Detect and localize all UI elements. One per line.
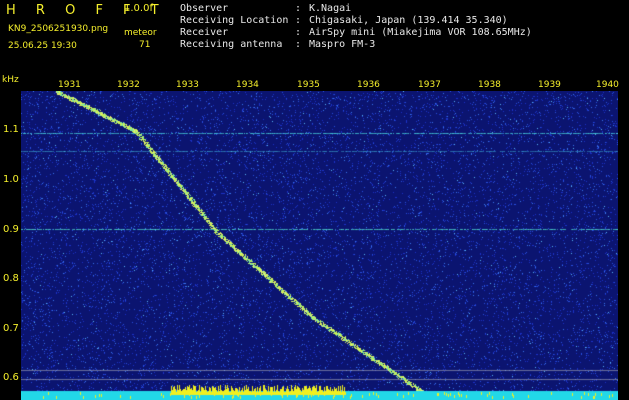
info-row-antenna: Receiving antenna: Maspro FM-3 <box>180 39 376 50</box>
y-axis-unit: kHz <box>2 75 19 85</box>
datetime-label: 25.06.25 19:30 <box>8 41 77 51</box>
x-tick-label: 1935 <box>297 80 320 90</box>
x-tick-label: 1933 <box>176 80 199 90</box>
info-value: Chigasaki, Japan (139.414 35.340) <box>309 15 508 26</box>
y-tick-label: 0.8 <box>3 273 19 284</box>
station-info: Observer: K.Nagai Receiving Location: Ch… <box>180 3 532 51</box>
y-tick-label: 0.7 <box>3 323 19 334</box>
spectrogram-canvas <box>21 91 618 400</box>
info-value: K.Nagai <box>309 3 352 14</box>
x-tick-label: 1938 <box>478 80 501 90</box>
info-key: Receiving Location <box>180 15 289 26</box>
y-tick-label: 1.0 <box>3 174 19 185</box>
x-tick-label: 1939 <box>538 80 561 90</box>
x-tick-label: 1937 <box>418 80 441 90</box>
info-key: Receiver <box>180 27 229 38</box>
info-row-location: Receiving Location: Chigasaki, Japan (13… <box>180 15 508 26</box>
x-tick-label: 1940 <box>596 80 619 90</box>
x-tick-label: 1934 <box>236 80 259 90</box>
info-key: Receiving antenna <box>180 39 283 50</box>
info-value: AirSpy mini (Miakejima VOR 108.65MHz) <box>309 27 532 38</box>
meteor-label: meteor <box>124 28 157 38</box>
info-key: Observer <box>180 3 229 14</box>
x-tick-label: 1936 <box>357 80 380 90</box>
y-tick-label: 0.9 <box>3 224 19 235</box>
filename-label: KN9_2506251930.png <box>8 24 109 34</box>
x-tick-label: 1931 <box>58 80 81 90</box>
y-tick-label: 0.6 <box>3 372 19 383</box>
version-label: 1.0.0f <box>124 3 153 14</box>
info-value: Maspro FM-3 <box>309 39 376 50</box>
info-row-receiver: Receiver: AirSpy mini (Miakejima VOR 108… <box>180 27 532 38</box>
y-tick-label: 1.1 <box>3 124 19 135</box>
info-row-observer: Observer: K.Nagai <box>180 3 352 14</box>
x-tick-label: 1932 <box>117 80 140 90</box>
meteor-count: 71 <box>139 40 151 50</box>
